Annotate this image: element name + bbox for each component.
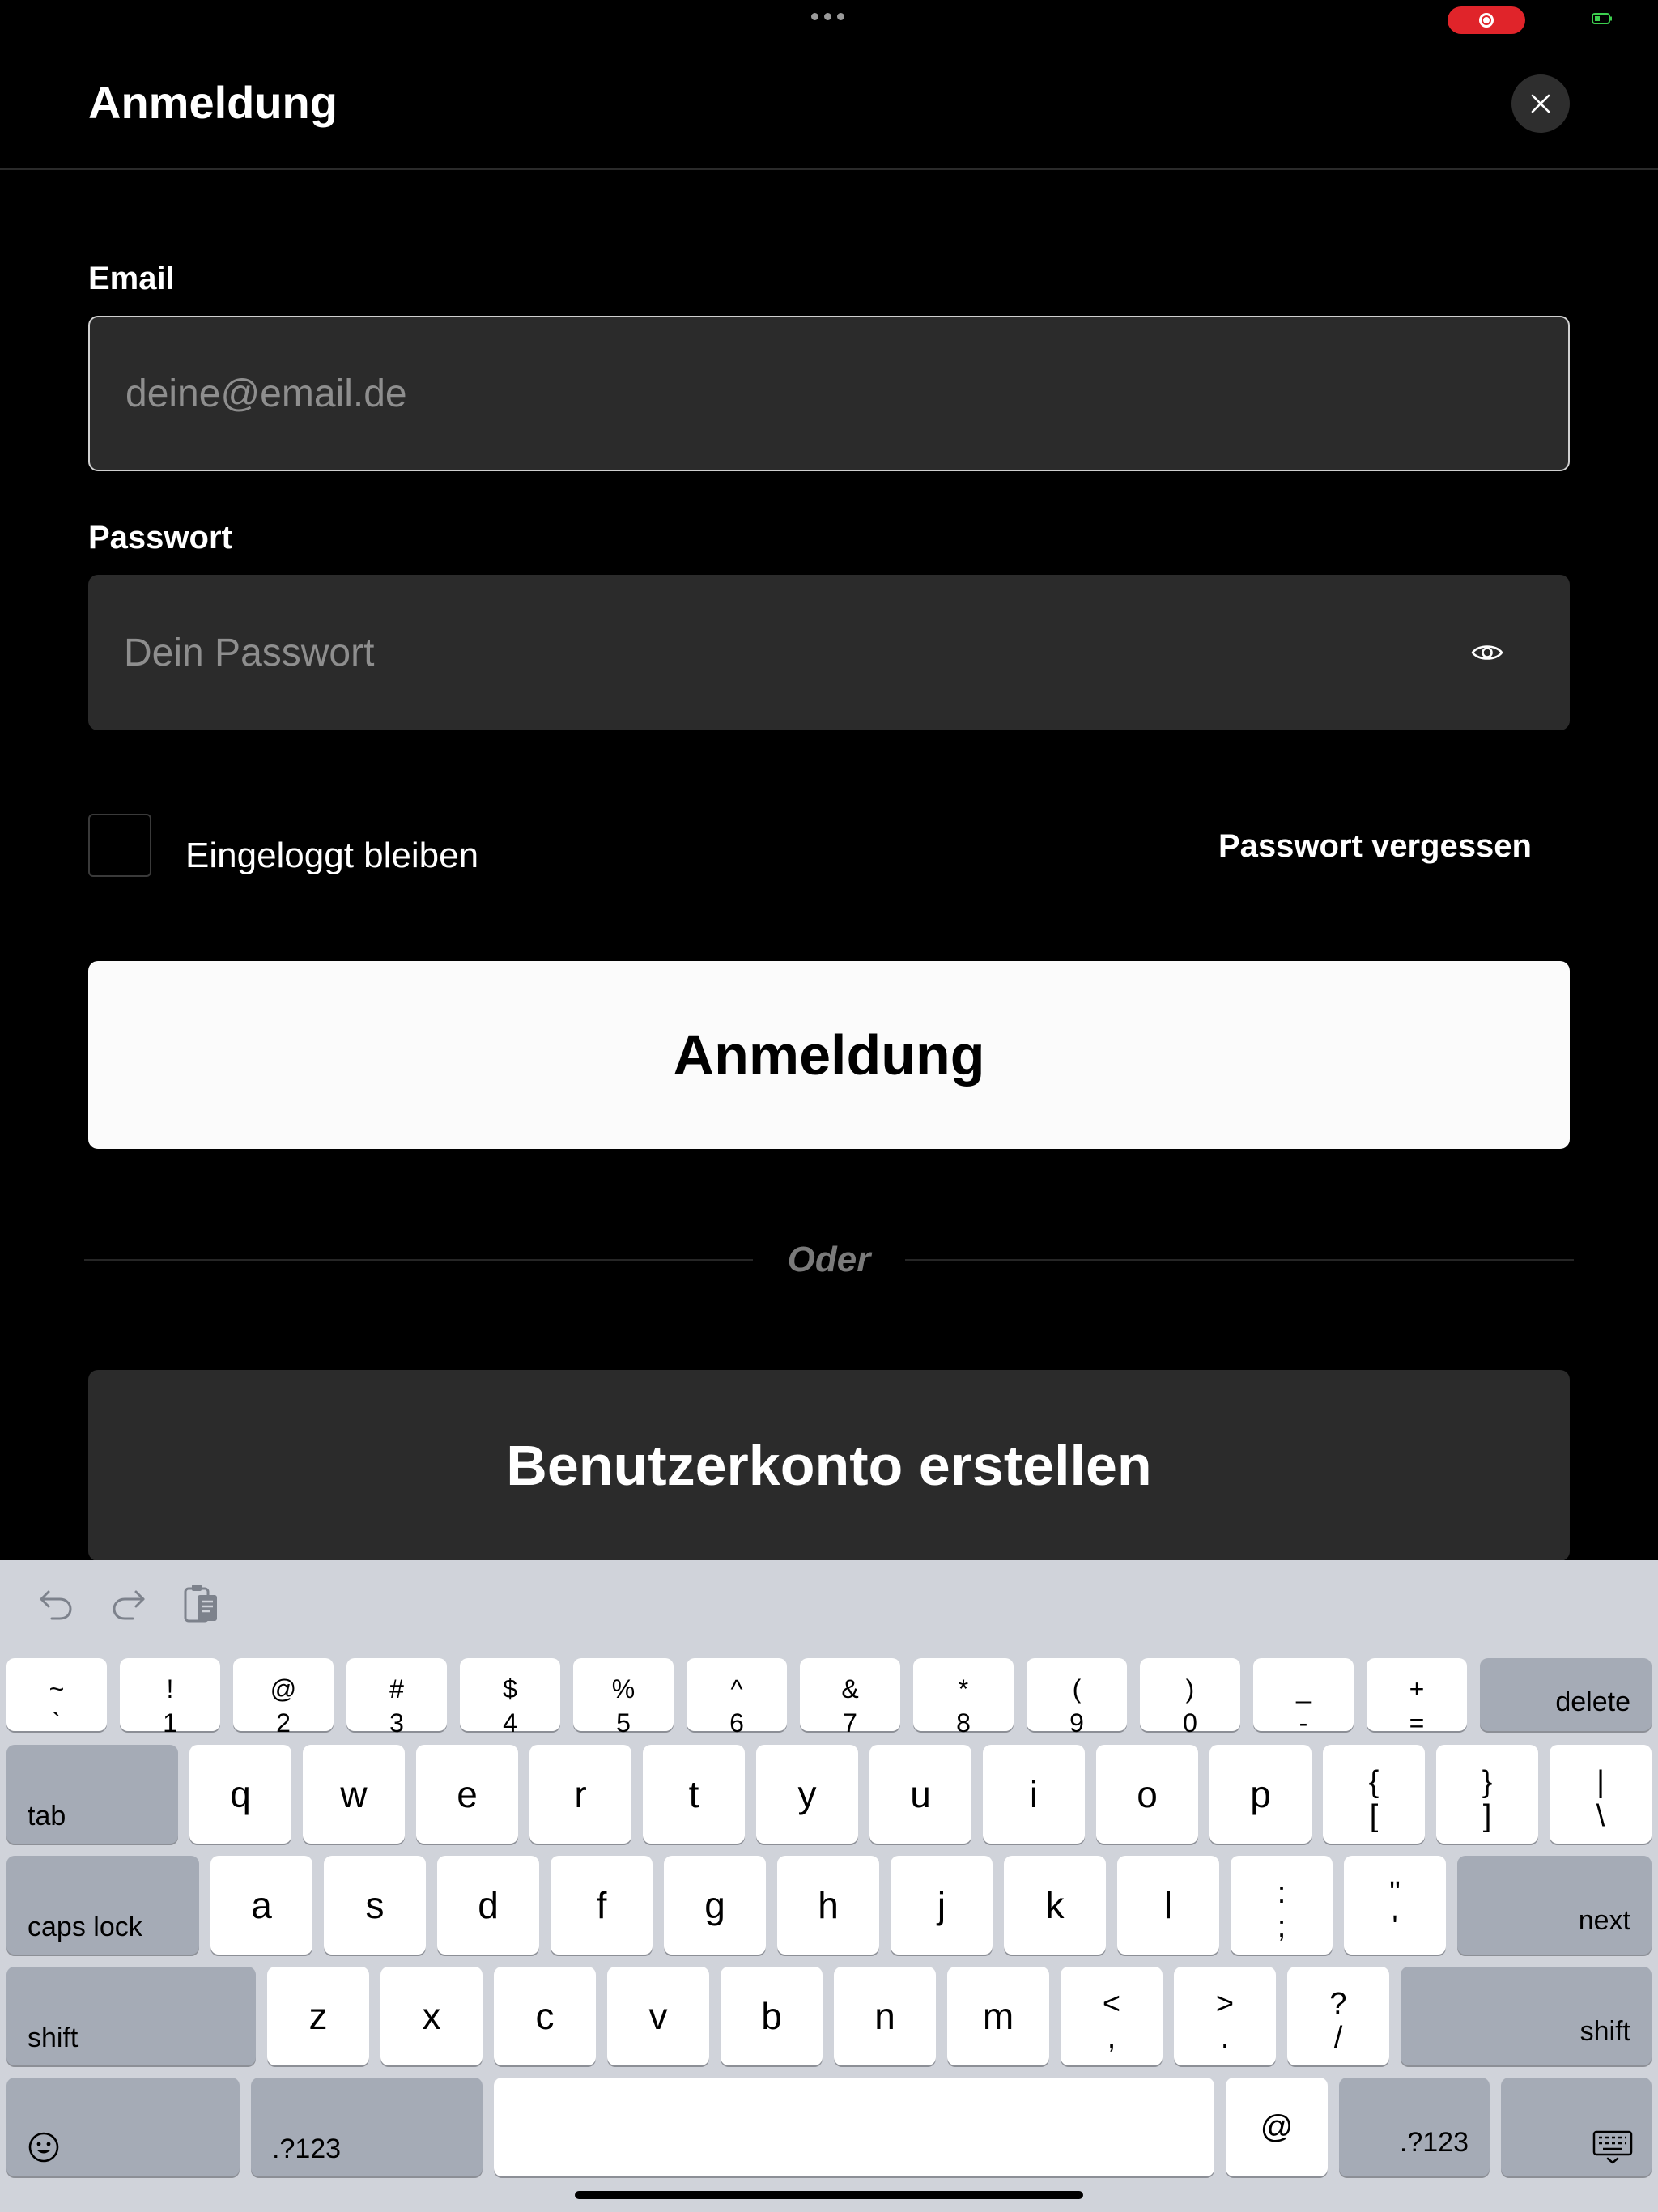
key-quote[interactable]: " ': [1344, 1856, 1446, 1955]
email-label: Email: [88, 261, 175, 296]
key-0[interactable]: ) 0: [1140, 1658, 1240, 1738]
multitasking-dots[interactable]: [811, 13, 844, 20]
remember-me-checkbox[interactable]: [88, 814, 151, 877]
key-u[interactable]: u: [869, 1745, 971, 1844]
create-account-button[interactable]: Benutzerkonto erstellen: [88, 1370, 1570, 1561]
key-period[interactable]: >.: [1174, 1967, 1276, 2065]
key-g[interactable]: g: [664, 1856, 766, 1955]
key-b[interactable]: b: [721, 1967, 823, 2065]
key-h[interactable]: h: [777, 1856, 879, 1955]
undo-icon[interactable]: [37, 1585, 74, 1623]
key-j[interactable]: j: [891, 1856, 993, 1955]
key-space[interactable]: [494, 2078, 1214, 2176]
key-z[interactable]: z: [267, 1967, 369, 2065]
battery-icon: [1592, 13, 1612, 24]
home-indicator[interactable]: [575, 2191, 1083, 2199]
key-slash[interactable]: ? /: [1287, 1967, 1389, 2065]
key-tab[interactable]: tab: [6, 1745, 178, 1844]
header-divider: [0, 168, 1658, 170]
key-bracket-right[interactable]: }]: [1436, 1745, 1538, 1844]
key-caps-lock[interactable]: caps lock: [6, 1856, 199, 1955]
key-e[interactable]: e: [416, 1745, 518, 1844]
key-7[interactable]: & 7: [800, 1658, 900, 1738]
show-password-eye-icon[interactable]: [1467, 630, 1507, 675]
key-m[interactable]: m: [947, 1967, 1049, 2065]
divider-text: Oder: [787, 1240, 871, 1279]
key-tilde[interactable]: ~ `: [6, 1658, 107, 1738]
password-label: Passwort: [88, 520, 232, 555]
key-l[interactable]: l: [1117, 1856, 1219, 1955]
key-t[interactable]: t: [643, 1745, 745, 1844]
key-v[interactable]: v: [607, 1967, 709, 2065]
record-icon: [1479, 13, 1494, 28]
key-backslash[interactable]: | \: [1550, 1745, 1652, 1844]
key-q[interactable]: q: [189, 1745, 291, 1844]
key-hide-keyboard[interactable]: [1501, 2078, 1652, 2176]
emoji-icon: [28, 2132, 59, 2163]
key-equals[interactable]: + =: [1367, 1658, 1467, 1738]
key-a[interactable]: a: [210, 1856, 312, 1955]
key-at[interactable]: @: [1226, 2078, 1328, 2176]
key-1[interactable]: ! 1: [120, 1658, 220, 1738]
key-x[interactable]: x: [380, 1967, 483, 2065]
key-c[interactable]: c: [494, 1967, 596, 2065]
key-numbers-left[interactable]: .?123: [251, 2078, 483, 2176]
keyboard-dismiss-icon: [1592, 2130, 1633, 2164]
email-field[interactable]: [125, 317, 1421, 470]
password-field[interactable]: [124, 575, 1419, 730]
key-y[interactable]: y: [756, 1745, 858, 1844]
key-8[interactable]: * 8: [913, 1658, 1014, 1738]
key-numbers-right[interactable]: .?123: [1339, 2078, 1490, 2176]
key-5[interactable]: % 5: [573, 1658, 674, 1738]
forgot-password-link[interactable]: Passwort vergessen: [1218, 826, 1532, 866]
key-r[interactable]: r: [529, 1745, 631, 1844]
divider-line-left: [84, 1259, 753, 1261]
key-next[interactable]: next: [1457, 1856, 1652, 1955]
key-f[interactable]: f: [551, 1856, 653, 1955]
key-shift-left[interactable]: shift: [6, 1967, 256, 2065]
paste-icon[interactable]: [181, 1582, 220, 1624]
close-button[interactable]: [1511, 74, 1570, 133]
key-w[interactable]: w: [303, 1745, 405, 1844]
key-d[interactable]: d: [437, 1856, 539, 1955]
key-p[interactable]: p: [1209, 1745, 1312, 1844]
key-delete[interactable]: delete: [1480, 1658, 1652, 1731]
key-3[interactable]: #3: [346, 1658, 447, 1738]
key-bracket-left[interactable]: {[: [1323, 1745, 1425, 1844]
key-6[interactable]: ^ 6: [687, 1658, 787, 1738]
key-o[interactable]: o: [1096, 1745, 1198, 1844]
key-s[interactable]: s: [324, 1856, 426, 1955]
password-field-container[interactable]: [88, 575, 1570, 730]
key-comma[interactable]: <,: [1061, 1967, 1163, 2065]
login-button[interactable]: Anmeldung: [88, 961, 1570, 1149]
key-minus[interactable]: _ -: [1253, 1658, 1354, 1738]
key-k[interactable]: k: [1004, 1856, 1106, 1955]
email-field-container[interactable]: [88, 316, 1570, 471]
key-9[interactable]: (9: [1027, 1658, 1127, 1738]
key-semicolon[interactable]: :;: [1231, 1856, 1333, 1955]
page-title: Anmeldung: [88, 77, 338, 128]
key-shift-right[interactable]: shift: [1401, 1967, 1652, 2065]
key-emoji[interactable]: [6, 2078, 240, 2176]
close-icon: [1531, 94, 1550, 113]
redo-icon[interactable]: [110, 1585, 147, 1623]
key-4[interactable]: $4: [460, 1658, 560, 1738]
key-i[interactable]: i: [983, 1745, 1085, 1844]
key-2[interactable]: @2: [233, 1658, 334, 1738]
key-n[interactable]: n: [834, 1967, 936, 2065]
divider-line-right: [905, 1259, 1574, 1261]
screen-recording-indicator[interactable]: [1448, 6, 1525, 34]
remember-me-label[interactable]: Eingeloggt bleiben: [185, 835, 478, 877]
